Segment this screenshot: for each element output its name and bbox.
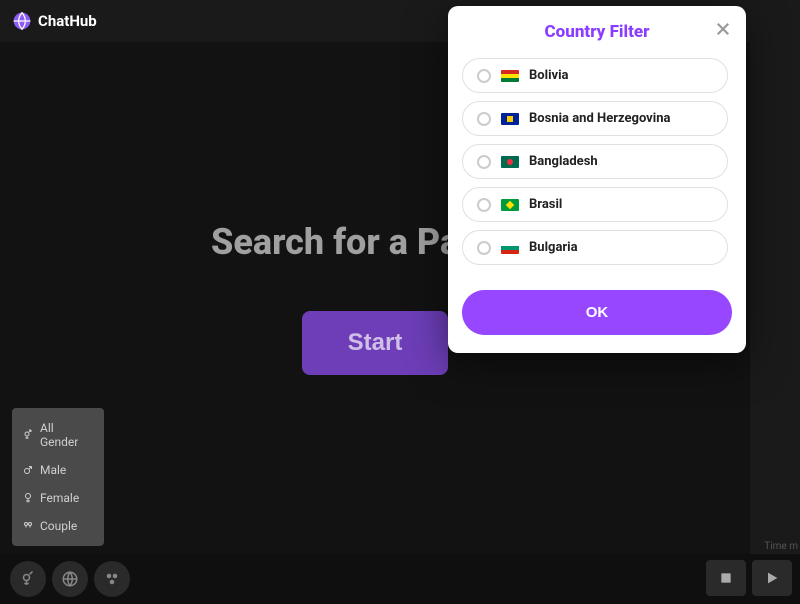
- gender-menu: All Gender Male Female Couple: [12, 408, 104, 546]
- country-item[interactable]: Bulgaria: [462, 230, 728, 265]
- flag-icon: [501, 156, 519, 168]
- radio-icon: [477, 69, 491, 83]
- play-button[interactable]: [752, 560, 792, 596]
- close-icon: [714, 20, 732, 38]
- time-label: Time m: [764, 541, 798, 552]
- app-name: ChatHub: [38, 12, 97, 30]
- country-list[interactable]: Bolivia Bosnia and Herzegovina Bangladesh B…: [462, 58, 732, 278]
- gender-item-label: Female: [40, 491, 79, 505]
- country-filter-modal: Country Filter Bolivia Bosnia and Herzego…: [448, 6, 746, 353]
- radio-icon: [477, 155, 491, 169]
- flag-icon: [501, 113, 519, 125]
- ok-button[interactable]: OK: [462, 290, 732, 335]
- right-panel: [750, 42, 800, 554]
- country-filter-button[interactable]: [52, 561, 88, 597]
- country-item[interactable]: Brasil: [462, 187, 728, 222]
- gender-filter-button[interactable]: [10, 561, 46, 597]
- country-item[interactable]: Bangladesh: [462, 144, 728, 179]
- modal-title: Country Filter: [462, 22, 732, 42]
- start-button[interactable]: Start: [302, 311, 449, 375]
- gender-item-label: Couple: [40, 519, 77, 533]
- stop-button[interactable]: [706, 560, 746, 596]
- close-button[interactable]: [714, 20, 732, 38]
- flag-icon: [501, 70, 519, 82]
- country-item[interactable]: Bosnia and Herzegovina: [462, 101, 728, 136]
- gender-item-female[interactable]: Female: [12, 484, 104, 512]
- radio-icon: [477, 241, 491, 255]
- gender-item-couple[interactable]: Couple: [12, 512, 104, 540]
- radio-icon: [477, 198, 491, 212]
- gender-icon: [19, 570, 37, 588]
- play-icon: [764, 570, 780, 586]
- country-name: Bolivia: [529, 68, 569, 83]
- couple-icon: [22, 520, 34, 532]
- country-name: Brasil: [529, 197, 562, 212]
- gender-item-male[interactable]: Male: [12, 456, 104, 484]
- gender-item-label: Male: [40, 463, 66, 477]
- male-icon: [22, 464, 34, 476]
- country-name: Bosnia and Herzegovina: [529, 111, 670, 126]
- country-name: Bangladesh: [529, 154, 598, 169]
- gender-item-label: All Gender: [40, 421, 94, 449]
- globe-icon: [12, 11, 32, 31]
- gender-all-icon: [22, 429, 34, 441]
- gender-item-all[interactable]: All Gender: [12, 414, 104, 456]
- logo[interactable]: ChatHub: [12, 11, 97, 31]
- female-icon: [22, 492, 34, 504]
- flag-icon: [501, 242, 519, 254]
- country-item[interactable]: Bolivia: [462, 58, 728, 93]
- stop-icon: [718, 570, 734, 586]
- bottom-bar: [0, 554, 800, 604]
- flag-icon: [501, 199, 519, 211]
- settings-button[interactable]: [94, 561, 130, 597]
- radio-icon: [477, 112, 491, 126]
- media-controls: [706, 560, 792, 596]
- country-name: Bulgaria: [529, 240, 578, 255]
- globe-icon: [61, 570, 79, 588]
- gear-icon: [103, 570, 121, 588]
